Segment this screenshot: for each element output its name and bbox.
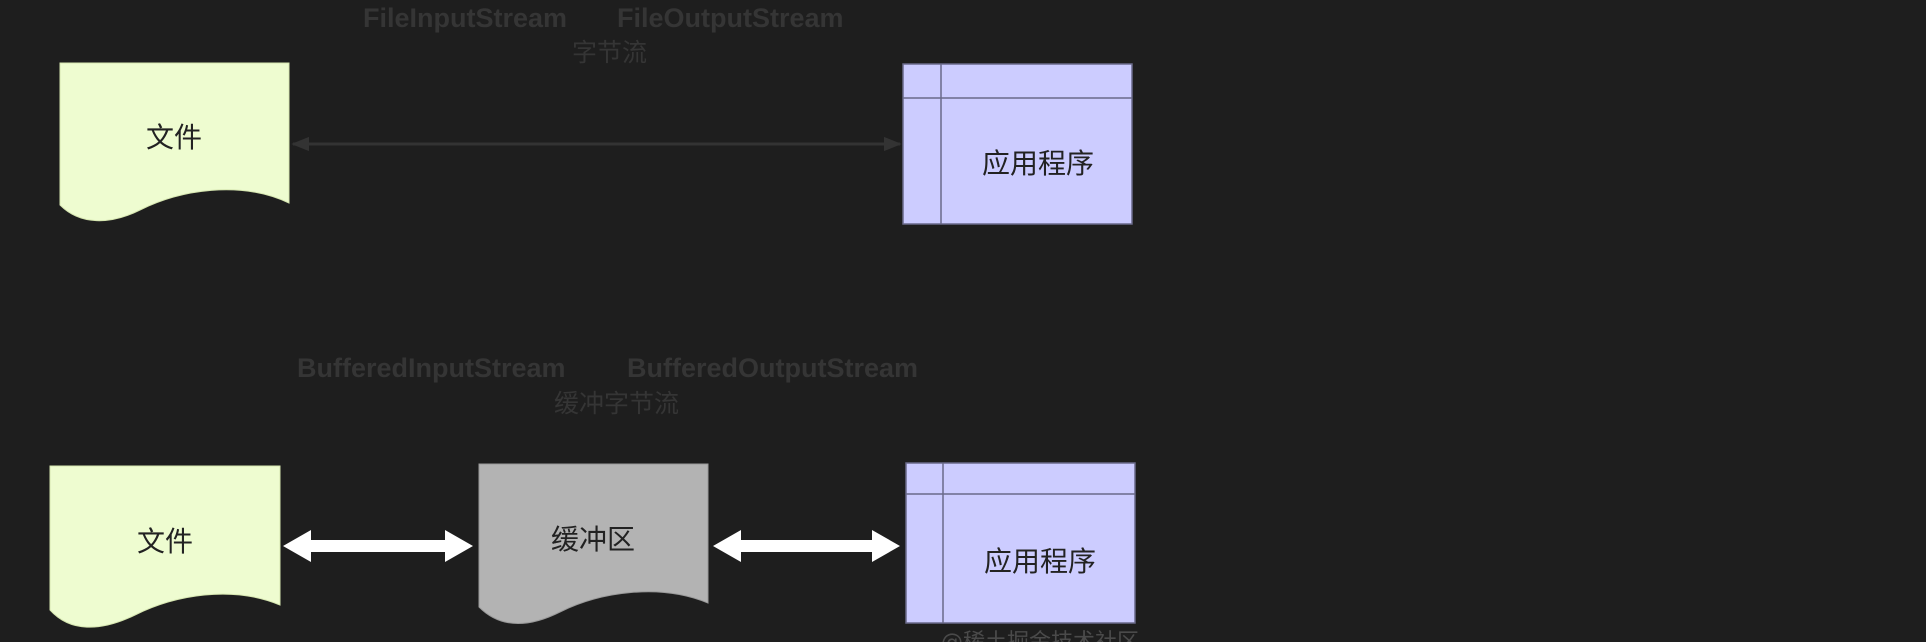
diagram-svg: FileInputStream FileOutputStream 字节流 文件 … (49, 3, 1139, 642)
watermark-text: @稀土掘金技术社区 (941, 630, 1139, 642)
bottom-left-double-arrow (283, 530, 473, 562)
bottom-app-label: 应用程序 (984, 545, 1096, 578)
bottom-stream-type-label: 缓冲字节流 (554, 389, 679, 418)
top-stream-type-label: 字节流 (572, 38, 647, 67)
bottom-right-double-arrow (713, 530, 900, 562)
buffer-label: 缓冲区 (551, 523, 635, 556)
bottom-input-stream-label: BufferedInputStream (297, 353, 566, 383)
top-input-stream-label: FileInputStream (363, 3, 567, 33)
top-output-stream-label: FileOutputStream (617, 3, 844, 33)
bottom-output-stream-label: BufferedOutputStream (627, 353, 918, 383)
top-app-shape (902, 63, 1133, 225)
bottom-file-label: 文件 (137, 525, 193, 558)
top-app-label: 应用程序 (982, 147, 1094, 180)
diagram-canvas: FileInputStream FileOutputStream 字节流 文件 … (0, 0, 1926, 642)
top-file-label: 文件 (146, 121, 202, 154)
bottom-app-shape (905, 462, 1136, 624)
